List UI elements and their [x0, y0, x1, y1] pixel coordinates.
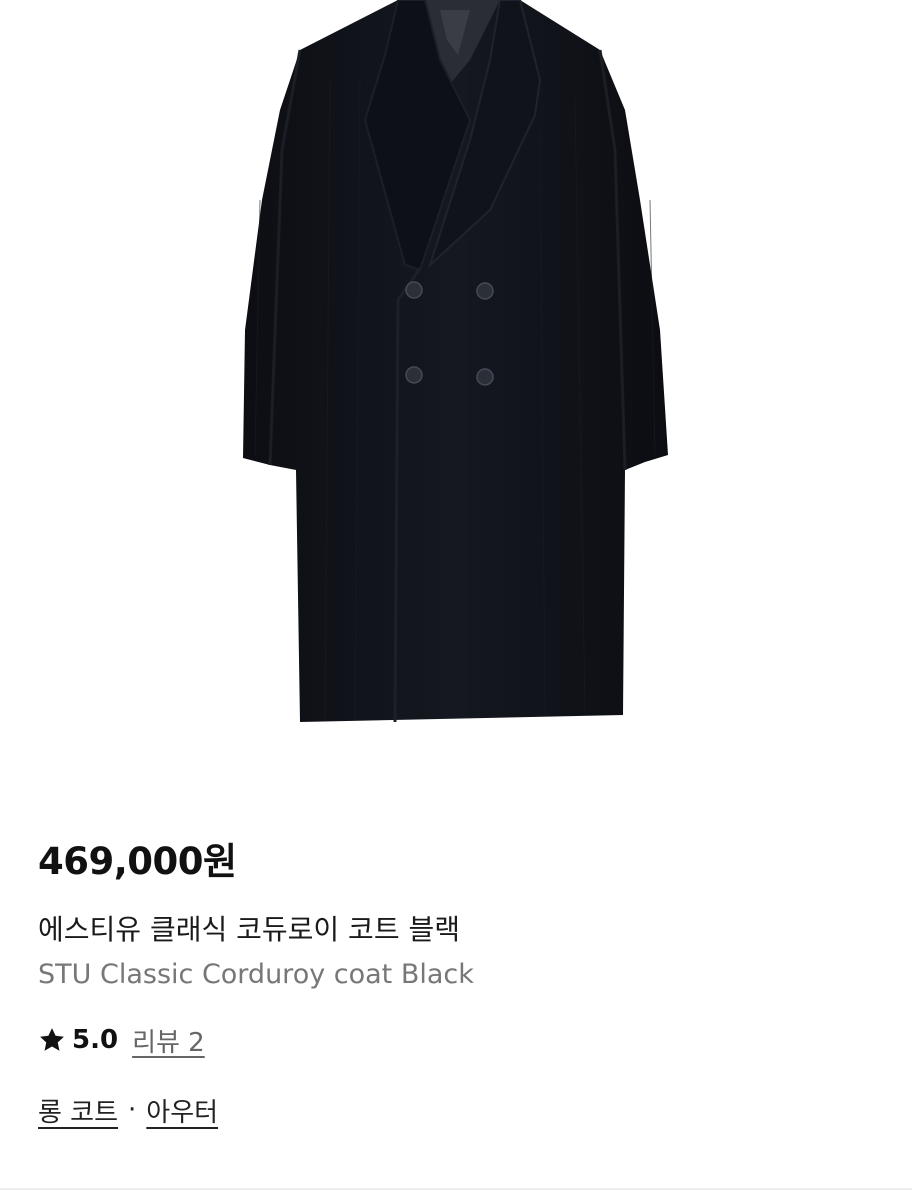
rating-value: 5.0 [72, 1025, 119, 1055]
product-info: 469,000원 에스티유 클래식 코듀로이 코트 블랙 STU Classic… [38, 832, 874, 1130]
product-title-ko: 에스티유 클래식 코듀로이 코트 블랙 [38, 913, 461, 946]
section-divider [0, 1188, 912, 1190]
coat-illustration [243, 0, 668, 723]
coat-button [476, 282, 494, 300]
category-link-long-coat[interactable]: 롱 코트 [38, 1092, 118, 1129]
coat-button [476, 368, 494, 386]
category-link-outer[interactable]: 아우터 [146, 1092, 218, 1129]
coat-button [405, 366, 423, 384]
product-price: 469,000원 [38, 840, 237, 883]
product-image[interactable] [0, 0, 912, 780]
category-separator: · [128, 1095, 137, 1125]
review-count-link[interactable]: 리뷰 2 [132, 1022, 205, 1059]
category-breadcrumb: 롱 코트 · 아우터 [38, 1090, 874, 1130]
rating-row: 5.0 리뷰 2 [38, 1020, 874, 1060]
coat-button [405, 281, 423, 299]
product-title-en: STU Classic Corduroy coat Black [38, 959, 474, 990]
star-icon [38, 1026, 66, 1054]
